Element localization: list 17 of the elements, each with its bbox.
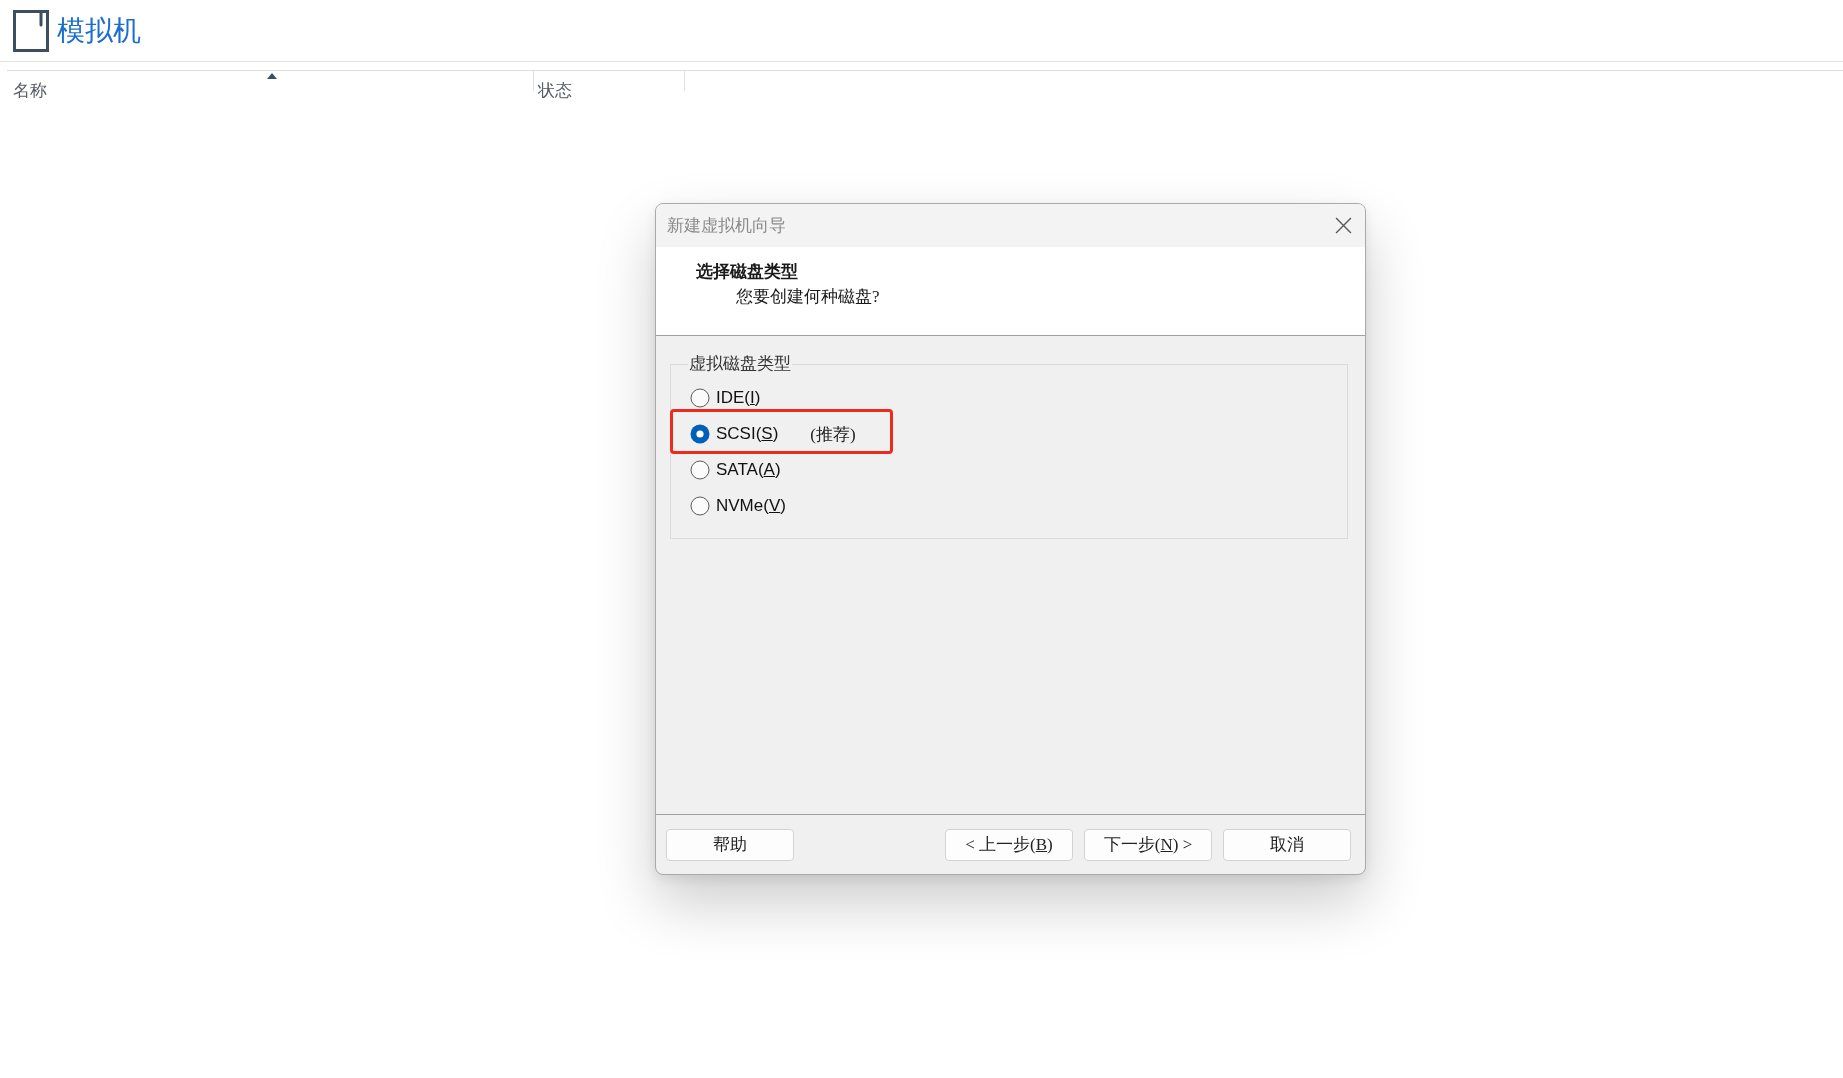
radio-option[interactable]: SCSI(S) [690,424,779,444]
group-label: 虚拟磁盘类型 [688,354,792,374]
radio-option[interactable]: SATA(A) [690,460,781,480]
column-header[interactable]: 状态 [534,71,685,101]
help-button[interactable]: 帮助 [666,828,794,861]
close-icon [1335,217,1352,234]
radio-option[interactable]: IDE(I) [690,388,761,408]
step-heading: 选择磁盘类型 [696,262,799,282]
back-button[interactable]: < 上一步(B) [945,828,1073,861]
next-button[interactable]: 下一步(N) > [1084,828,1212,861]
document-icon [13,9,49,52]
cancel-button[interactable]: 取消 [1223,828,1351,861]
dialog-title: 新建虚拟机向导 [667,215,786,237]
radio-option[interactable]: NVMe(V) [690,496,786,516]
recommended-note: (推荐) [810,423,856,446]
step-description: 您要创建何种磁盘? [736,287,881,307]
app-title: 模拟机 [57,13,141,48]
